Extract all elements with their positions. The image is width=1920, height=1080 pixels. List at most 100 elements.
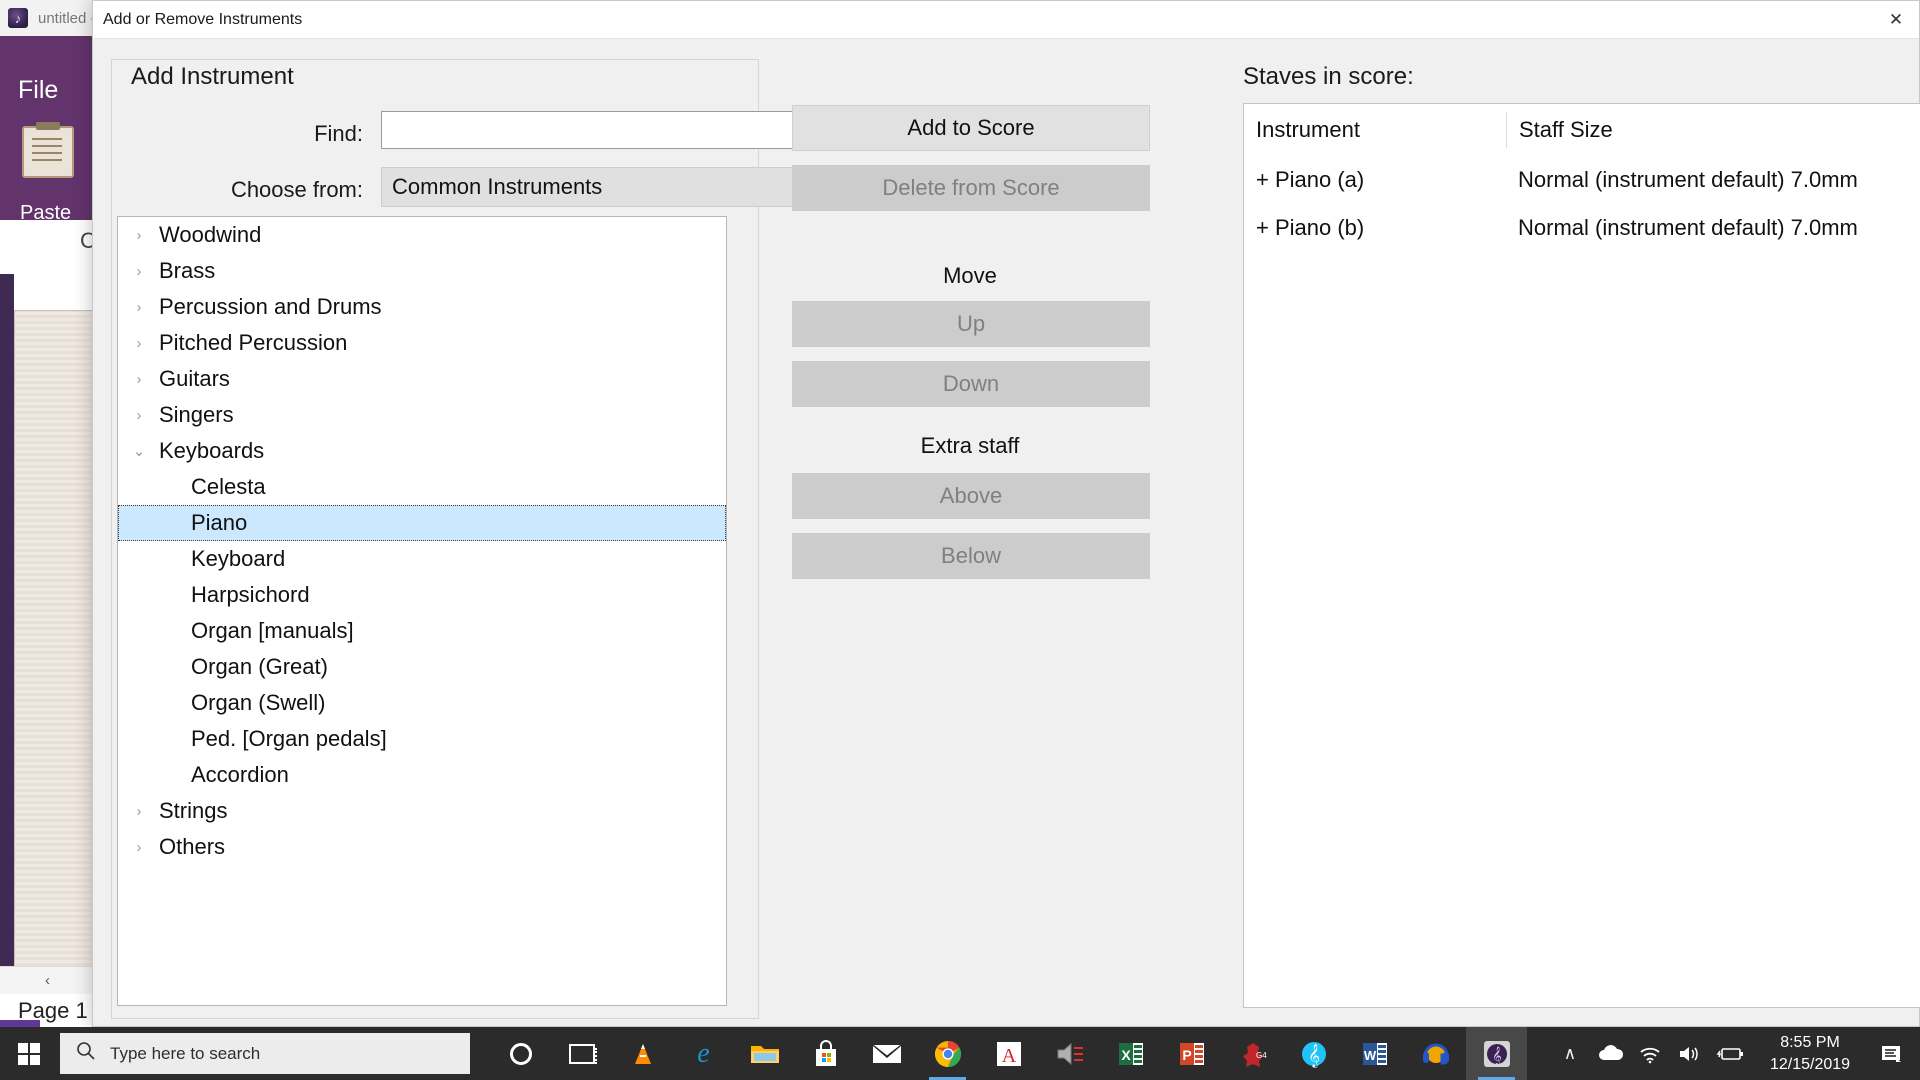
staves-staff-size-cell: Normal (instrument default) 7.0mm xyxy=(1518,215,1858,240)
tree-group-row[interactable]: › Strings xyxy=(118,793,726,829)
tree-group-row[interactable]: ⌄ Keyboards xyxy=(118,433,726,469)
extra-staff-below-button: Below xyxy=(792,533,1150,579)
find-input[interactable] xyxy=(381,111,829,149)
tree-item-label: Celesta xyxy=(191,474,266,499)
tree-item-label: Brass xyxy=(159,258,216,283)
clock-time: 8:55 PM xyxy=(1780,1033,1840,1051)
staves-instrument-cell: + Piano (a) xyxy=(1256,167,1365,192)
column-header-instrument: Instrument xyxy=(1256,117,1360,142)
chevron-right-icon[interactable]: › xyxy=(128,371,150,388)
move-up-button: Up xyxy=(792,301,1150,347)
taskbar-icon-audio-mixer[interactable] xyxy=(1039,1027,1100,1080)
score-page-preview xyxy=(14,310,95,970)
taskbar-icon-microsoft-word[interactable]: W xyxy=(1344,1027,1405,1080)
tree-item-label: Others xyxy=(159,834,226,859)
taskbar-icon-vlc-media-player[interactable] xyxy=(612,1027,673,1080)
add-instrument-group-title: Add Instrument xyxy=(123,63,302,91)
battery-charging-icon[interactable] xyxy=(1710,1027,1750,1080)
taskbar-icon-google-chrome[interactable] xyxy=(917,1027,978,1080)
windows-taskbar: Type here to search e A X P G4 𝄞 W 𝄞 ∧ 8… xyxy=(0,1027,1920,1080)
tree-item-label: Organ (Swell) xyxy=(191,690,326,715)
tree-group-row[interactable]: › Singers xyxy=(118,397,726,433)
table-row[interactable]: + Piano (b) Normal (instrument default) 7… xyxy=(1244,204,1920,252)
table-row[interactable]: + Piano (a) Normal (instrument default) 7… xyxy=(1244,156,1920,204)
chevron-right-icon[interactable]: › xyxy=(128,407,150,424)
column-header-staff-size: Staff Size xyxy=(1506,112,1920,148)
search-icon xyxy=(76,1041,96,1067)
svg-text:X: X xyxy=(1121,1047,1131,1063)
tree-item-row[interactable]: Organ (Swell) xyxy=(118,685,726,721)
chevron-right-icon[interactable]: › xyxy=(128,335,150,352)
taskbar-icon-microsoft-edge[interactable]: e xyxy=(673,1027,734,1080)
tree-item-row[interactable]: Organ (Great) xyxy=(118,649,726,685)
taskbar-icon-microsoft-excel[interactable]: X xyxy=(1100,1027,1161,1080)
add-to-score-button[interactable]: Add to Score xyxy=(792,105,1150,151)
tree-item-label: Organ [manuals] xyxy=(191,618,354,643)
chevron-right-icon[interactable]: › xyxy=(128,227,150,244)
taskbar-icon-adobe-acrobat-reader[interactable]: A xyxy=(978,1027,1039,1080)
svg-text:𝄞: 𝄞 xyxy=(1308,1045,1320,1068)
tree-item-row[interactable]: Keyboard xyxy=(118,541,726,577)
taskbar-icon-cortana[interactable] xyxy=(490,1027,551,1080)
tree-item-row[interactable]: Accordion xyxy=(118,757,726,793)
move-section-heading: Move xyxy=(943,263,997,288)
action-center-icon[interactable] xyxy=(1870,1027,1914,1080)
taskbar-icon-guitar-pro[interactable]: G4 xyxy=(1222,1027,1283,1080)
tree-item-label: Piano xyxy=(191,510,248,535)
svg-text:W: W xyxy=(1363,1048,1376,1063)
dialog-title: Add or Remove Instruments xyxy=(103,10,303,28)
taskbar-search-box[interactable]: Type here to search xyxy=(60,1033,470,1074)
ribbon-file-label: File xyxy=(18,76,59,104)
tree-item-label: Strings xyxy=(159,798,228,823)
start-button[interactable] xyxy=(0,1027,58,1080)
network-wifi-icon[interactable] xyxy=(1630,1027,1670,1080)
chevron-right-icon[interactable]: › xyxy=(128,803,150,820)
tree-group-row[interactable]: › Brass xyxy=(118,253,726,289)
show-hidden-icons-icon[interactable]: ∧ xyxy=(1550,1027,1590,1080)
volume-icon[interactable] xyxy=(1670,1027,1710,1080)
onedrive-icon[interactable] xyxy=(1590,1027,1630,1080)
tree-item-row[interactable]: Harpsichord xyxy=(118,577,726,613)
tree-item-label: Pitched Percussion xyxy=(159,330,348,355)
tree-item-row[interactable]: Organ [manuals] xyxy=(118,613,726,649)
add-or-remove-instruments-dialog: Add or Remove Instruments ✕ Add Instrume… xyxy=(92,0,1920,1027)
svg-text:G4: G4 xyxy=(1256,1051,1267,1060)
choose-from-select[interactable]: Common Instruments ⌄ xyxy=(381,167,829,207)
tree-item-label: Keyboard xyxy=(191,546,286,571)
taskbar-icon-mail[interactable] xyxy=(856,1027,917,1080)
tree-group-row[interactable]: › Woodwind xyxy=(118,217,726,253)
tree-item-row[interactable]: Piano xyxy=(118,505,726,541)
tree-group-row[interactable]: › Guitars xyxy=(118,361,726,397)
tree-item-row[interactable]: Ped. [Organ pedals] xyxy=(118,721,726,757)
tree-group-row[interactable]: › Percussion and Drums xyxy=(118,289,726,325)
staves-staff-size-cell: Normal (instrument default) 7.0mm xyxy=(1518,167,1858,192)
staves-instrument-cell: + Piano (b) xyxy=(1256,215,1365,240)
taskbar-icon-audacity[interactable] xyxy=(1405,1027,1466,1080)
tree-group-row[interactable]: › Others xyxy=(118,829,726,865)
staves-in-score-label: Staves in score: xyxy=(1243,63,1414,90)
extra-staff-section-heading: Extra staff xyxy=(920,433,1020,458)
clock-date: 12/15/2019 xyxy=(1769,1055,1851,1073)
taskbar-icon-musescore[interactable]: 𝄞 xyxy=(1283,1027,1344,1080)
choose-from-value: Common Instruments xyxy=(392,174,603,199)
taskbar-icon-microsoft-store[interactable] xyxy=(795,1027,856,1080)
taskbar-icon-sibelius[interactable]: 𝄞 xyxy=(1466,1027,1527,1080)
tree-item-label: Guitars xyxy=(159,366,230,391)
dialog-close-icon[interactable]: ✕ xyxy=(1873,1,1919,39)
taskbar-icon-microsoft-powerpoint[interactable]: P xyxy=(1161,1027,1222,1080)
horizontal-scroll-left-arrow[interactable]: ‹ xyxy=(0,966,95,994)
tree-item-label: Percussion and Drums xyxy=(159,294,382,319)
staves-in-score-table[interactable]: Instrument Staff Size + Piano (a) Normal … xyxy=(1243,103,1920,1008)
clock[interactable]: 8:55 PM 12/15/2019 xyxy=(1750,1027,1870,1080)
taskbar-icon-task-view[interactable] xyxy=(551,1027,612,1080)
tree-item-row[interactable]: Celesta xyxy=(118,469,726,505)
tree-group-row[interactable]: › Pitched Percussion xyxy=(118,325,726,361)
taskbar-icon-file-explorer[interactable] xyxy=(734,1027,795,1080)
chevron-right-icon[interactable]: › xyxy=(128,299,150,316)
chevron-down-icon[interactable]: ⌄ xyxy=(128,442,150,460)
score-left-accent-bar xyxy=(0,274,14,994)
instrument-category-tree[interactable]: › Woodwind › Brass › Percussion and Drums › Pit… xyxy=(117,216,727,1006)
chevron-right-icon[interactable]: › xyxy=(128,263,150,280)
delete-from-score-button: Delete from Score xyxy=(792,165,1150,211)
chevron-right-icon[interactable]: › xyxy=(128,839,150,856)
